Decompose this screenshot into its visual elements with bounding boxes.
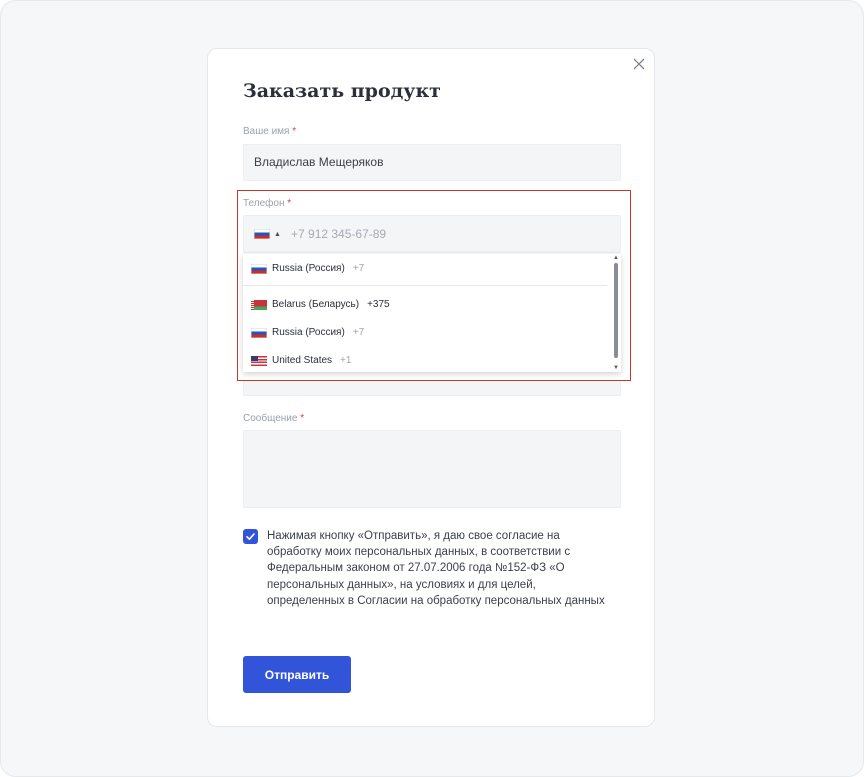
- dropdown-scrollbar[interactable]: ▲ ▼: [611, 254, 621, 372]
- message-label-text: Сообщение: [243, 413, 298, 424]
- usa-flag-icon: [251, 355, 267, 366]
- modal-title: Заказать продукт: [243, 80, 441, 102]
- russia-flag-icon: [251, 263, 267, 274]
- country-selector[interactable]: ▲: [254, 229, 281, 239]
- country-code: +1: [340, 355, 352, 366]
- order-product-modal: Заказать продукт Ваше имя * Владислав Ме…: [207, 48, 655, 727]
- message-textarea[interactable]: [243, 430, 621, 508]
- country-code: +7: [352, 327, 365, 338]
- russia-flag-icon: [254, 229, 270, 239]
- name-label: Ваше имя *: [243, 126, 296, 137]
- country-option-belarus[interactable]: Belarus (Беларусь) +375: [251, 299, 390, 310]
- country-name: Russia (Россия): [272, 263, 345, 274]
- consent-checkbox[interactable]: [243, 529, 258, 544]
- belarus-flag-icon: [251, 299, 267, 310]
- submit-button[interactable]: Отправить: [243, 656, 351, 693]
- scroll-down-icon[interactable]: ▼: [613, 365, 619, 371]
- message-label: Сообщение *: [243, 413, 304, 424]
- scrollbar-thumb[interactable]: [614, 263, 618, 358]
- country-option-russia-preferred[interactable]: Russia (Россия) +7: [251, 263, 364, 274]
- country-name: Belarus (Беларусь): [272, 299, 360, 310]
- country-option-russia[interactable]: Russia (Россия) +7: [251, 327, 364, 338]
- required-mark: *: [300, 413, 305, 424]
- close-button[interactable]: [630, 55, 648, 73]
- russia-flag-icon: [251, 327, 267, 338]
- country-code: +375: [367, 299, 390, 310]
- close-icon: [633, 58, 645, 70]
- checkmark-icon: [246, 533, 255, 540]
- caret-up-icon: ▲: [274, 230, 281, 238]
- phone-input[interactable]: ▲ +7 912 345-67-89: [243, 215, 621, 253]
- required-mark: *: [292, 126, 297, 137]
- country-name: United States: [272, 355, 333, 366]
- country-dropdown[interactable]: Russia (Россия) +7 Belarus (Беларусь) +3…: [243, 254, 621, 372]
- country-name: Russia (Россия): [272, 327, 345, 338]
- phone-label: Телефон *: [243, 198, 291, 209]
- email-input[interactable]: [243, 380, 621, 396]
- phone-placeholder: +7 912 345-67-89: [291, 227, 387, 241]
- name-input-value: Владислав Мещеряков: [254, 155, 384, 169]
- required-mark: *: [287, 198, 292, 209]
- consent-text: Нажимая кнопку «Отправить», я даю свое с…: [267, 530, 605, 607]
- phone-label-text: Телефон: [243, 198, 285, 209]
- scroll-up-icon[interactable]: ▲: [613, 255, 619, 261]
- dropdown-divider: [243, 285, 607, 286]
- country-option-united-states[interactable]: United States +1: [251, 355, 351, 366]
- country-code: +7: [352, 263, 365, 274]
- name-input[interactable]: Владислав Мещеряков: [243, 144, 621, 181]
- name-label-text: Ваше имя: [243, 126, 290, 137]
